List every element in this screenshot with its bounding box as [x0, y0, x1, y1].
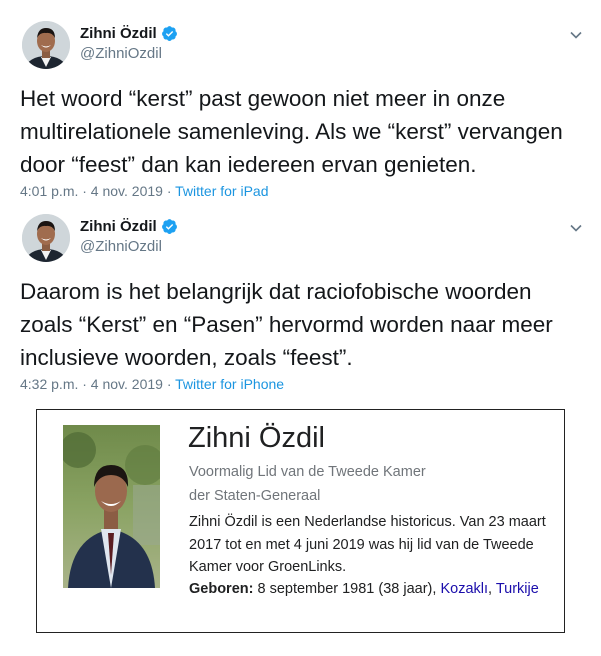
- handle[interactable]: @ZihniOzdil: [80, 45, 162, 62]
- born-place-link[interactable]: Kozaklı: [440, 581, 488, 597]
- tweet-source-link[interactable]: Twitter for iPhone: [175, 376, 284, 392]
- tweet-text: Het woord “kerst” past gewoon niet meer …: [20, 86, 563, 177]
- tweet-source-link[interactable]: Twitter for iPad: [175, 183, 268, 199]
- chevron-down-icon[interactable]: [569, 28, 583, 42]
- author-row[interactable]: Zihni Özdil: [80, 25, 178, 42]
- tweet-meta: 4:32 p.m. · 4 nov. 2019 · Twitter for iP…: [20, 376, 284, 392]
- born-value: 8 september 1981 (38 jaar),: [253, 581, 441, 597]
- avatar[interactable]: [22, 21, 70, 69]
- born-country-link[interactable]: Turkije: [496, 581, 539, 597]
- profile-photo[interactable]: [63, 425, 160, 588]
- author-row[interactable]: Zihni Özdil: [80, 218, 178, 235]
- tweet-timestamp[interactable]: 4:32 p.m. · 4 nov. 2019 ·: [20, 376, 175, 392]
- tweet-text: Daarom is het belangrijk dat raciofobisc…: [20, 279, 553, 370]
- panel-subtitle: Voormalig Lid van de Tweede Kamer der St…: [189, 464, 426, 504]
- verified-badge-icon: [161, 26, 177, 41]
- display-name[interactable]: Zihni Özdil: [80, 218, 157, 235]
- knowledge-panel: Zihni Özdil Voormalig Lid van de Tweede …: [36, 409, 565, 633]
- handle[interactable]: @ZihniOzdil: [80, 238, 162, 255]
- chevron-down-icon[interactable]: [569, 221, 583, 235]
- display-name[interactable]: Zihni Özdil: [80, 25, 157, 42]
- born-label: Geboren:: [189, 581, 254, 597]
- tweet-timestamp[interactable]: 4:01 p.m. · 4 nov. 2019 ·: [20, 183, 175, 199]
- panel-title: Zihni Özdil: [188, 422, 325, 454]
- born-separator: ,: [488, 581, 496, 597]
- panel-birth-info: Geboren: 8 september 1981 (38 jaar), Koz…: [189, 578, 549, 601]
- panel-description: Zihni Özdil is een Nederlandse historicu…: [189, 514, 546, 575]
- tweet-meta: 4:01 p.m. · 4 nov. 2019 · Twitter for iP…: [20, 183, 269, 199]
- verified-badge-icon: [161, 219, 177, 234]
- avatar[interactable]: [22, 214, 70, 262]
